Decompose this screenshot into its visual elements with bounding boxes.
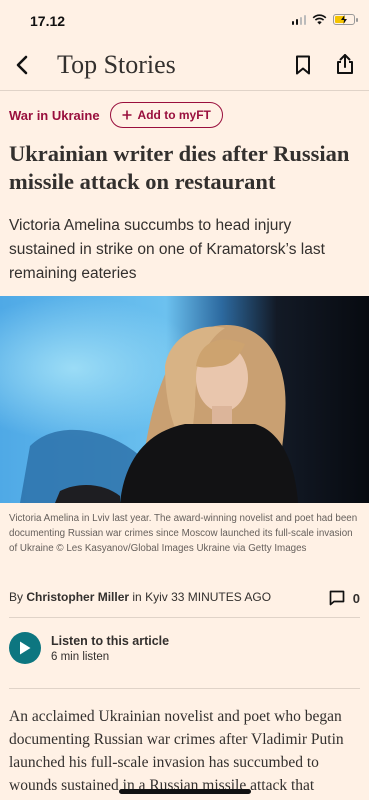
signal-icon: [291, 14, 306, 25]
add-to-myft-label: Add to myFT: [137, 108, 211, 122]
back-icon[interactable]: [12, 54, 34, 76]
audio-label: Listen to this article: [51, 633, 170, 648]
status-time: 17.12: [30, 13, 66, 29]
status-bar: 17.12: [0, 0, 369, 44]
image-caption: Victoria Amelina in Lviv last year. The …: [9, 513, 358, 554]
status-icons: [291, 14, 358, 25]
home-indicator[interactable]: [119, 789, 251, 794]
byline-prefix: By: [9, 590, 24, 604]
topic-row: War in Ukraine Add to myFT: [9, 102, 223, 128]
nav-bar: Top Stories: [0, 44, 369, 90]
article-headline: Ukrainian writer dies after Russian miss…: [9, 141, 350, 194]
listen-to-article[interactable]: Listen to this article 6 min listen: [9, 632, 169, 664]
comments-button[interactable]: 0: [329, 590, 360, 606]
comment-count: 0: [352, 590, 360, 606]
nav-divider: [0, 90, 369, 91]
play-button[interactable]: [9, 632, 41, 664]
divider: [9, 688, 360, 689]
wifi-icon: [312, 14, 327, 25]
add-to-myft-button[interactable]: Add to myFT: [109, 102, 223, 128]
audio-text: Listen to this article 6 min listen: [51, 634, 169, 663]
divider: [9, 617, 360, 618]
byline-location-time: in Kyiv 33 MINUTES AGO: [132, 590, 272, 604]
battery-charging-icon: [333, 14, 358, 25]
comment-icon: [329, 590, 345, 606]
topic-tag-link[interactable]: War in Ukraine: [9, 108, 100, 123]
hero-photo-illustration: [0, 296, 369, 503]
plus-icon: [122, 110, 132, 120]
byline: By Christopher Miller in Kyiv 33 MINUTES…: [9, 590, 360, 608]
share-icon[interactable]: [335, 53, 355, 75]
article-standfirst: Victoria Amelina succumbs to head injury…: [9, 217, 325, 282]
play-icon: [20, 641, 31, 655]
bookmark-icon[interactable]: [295, 55, 311, 75]
article-body: An acclaimed Ukrainian novelist and poet…: [9, 708, 344, 794]
hero-image[interactable]: [0, 296, 369, 503]
author-link[interactable]: Christopher Miller: [26, 590, 129, 604]
audio-duration: 6 min listen: [51, 650, 110, 663]
page-title: Top Stories: [57, 50, 176, 79]
